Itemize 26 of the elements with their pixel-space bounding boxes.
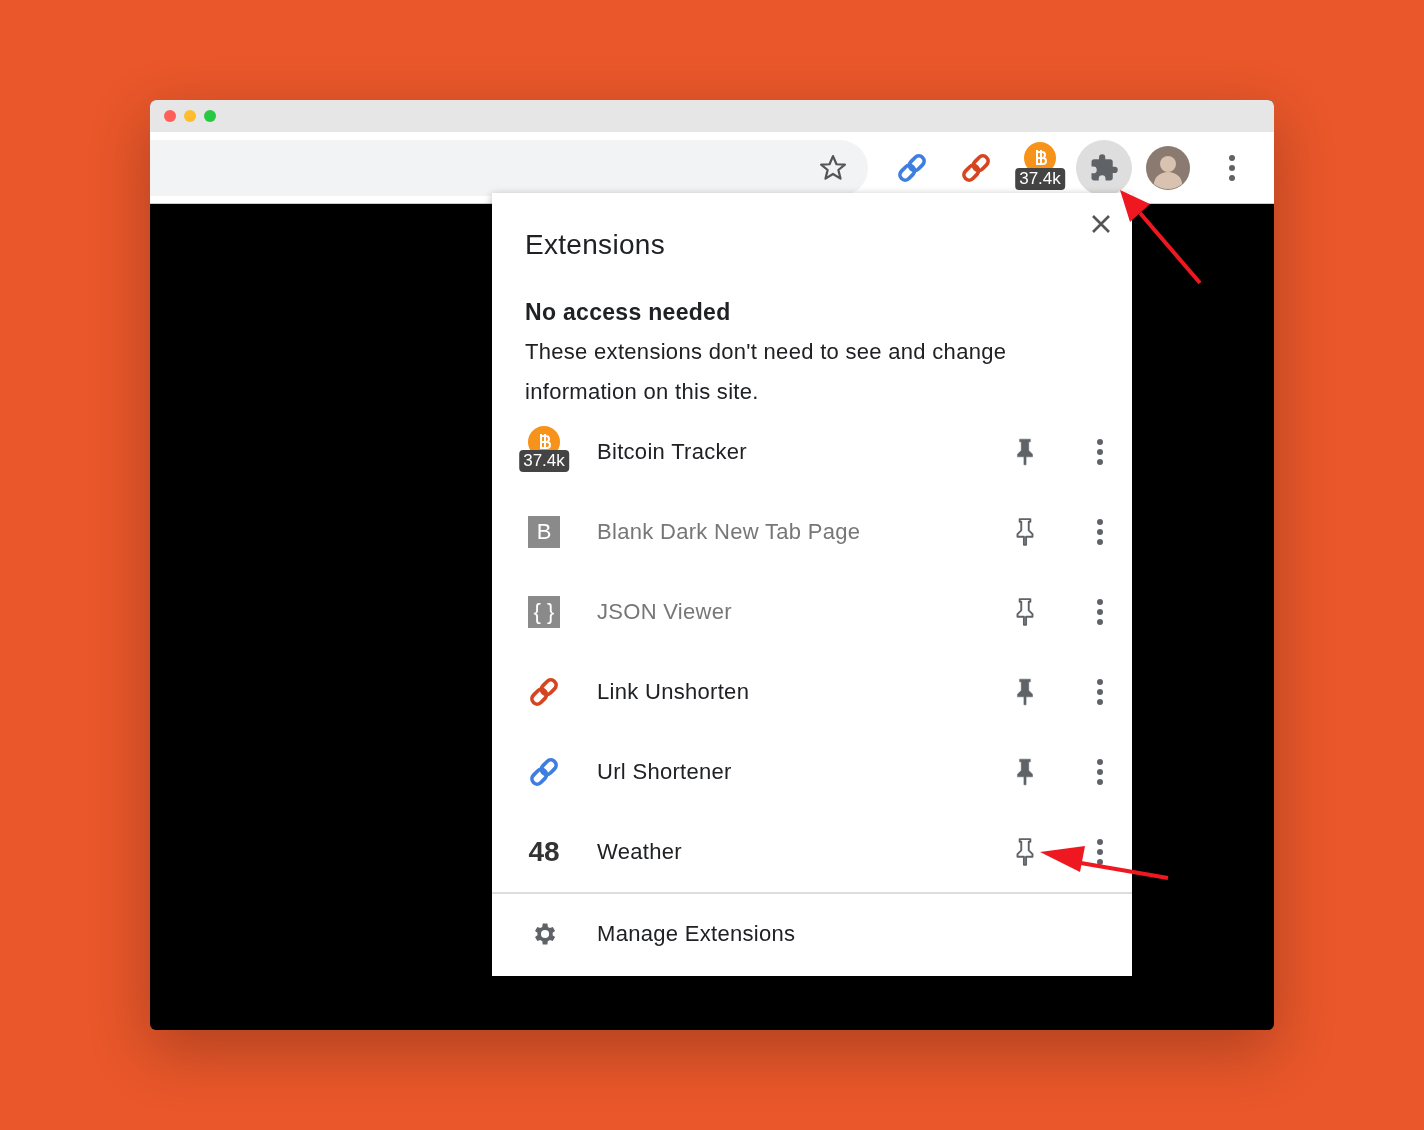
- puzzle-piece-icon: [1089, 152, 1119, 183]
- section-description: These extensions don't need to see and change information on this site.: [525, 338, 1008, 406]
- popup-title: Extensions: [525, 229, 665, 261]
- menu-icon[interactable]: [1228, 153, 1236, 182]
- letter-tile-icon: { }: [528, 596, 560, 628]
- count-badge: 37.4k: [1015, 167, 1065, 190]
- bookmark-star-icon[interactable]: [818, 152, 848, 183]
- more-options-icon[interactable]: [1096, 438, 1104, 466]
- more-options-icon[interactable]: [1096, 598, 1104, 626]
- extension-name[interactable]: Weather: [597, 839, 1012, 865]
- more-options-icon[interactable]: [1096, 678, 1104, 706]
- manage-extensions-item[interactable]: Manage Extensions: [492, 894, 1132, 974]
- extension-name[interactable]: JSON Viewer: [597, 599, 1012, 625]
- letter-tile-icon: B: [528, 516, 560, 548]
- temperature-icon: 48: [528, 836, 560, 868]
- extension-name[interactable]: Bitcoin Tracker: [597, 439, 1012, 465]
- more-options-icon[interactable]: [1096, 518, 1104, 546]
- extension-name[interactable]: Link Unshorten: [597, 679, 1012, 705]
- more-options-icon[interactable]: [1096, 838, 1104, 866]
- section-heading: No access needed: [525, 299, 732, 326]
- count-badge: 37.4k: [519, 450, 569, 472]
- close-button[interactable]: [1090, 213, 1112, 235]
- extension-name[interactable]: Blank Dark New Tab Page: [597, 519, 1012, 545]
- more-options-icon[interactable]: [1096, 758, 1104, 786]
- profile-avatar[interactable]: [1146, 145, 1190, 190]
- extension-name[interactable]: Url Shortener: [597, 759, 1012, 785]
